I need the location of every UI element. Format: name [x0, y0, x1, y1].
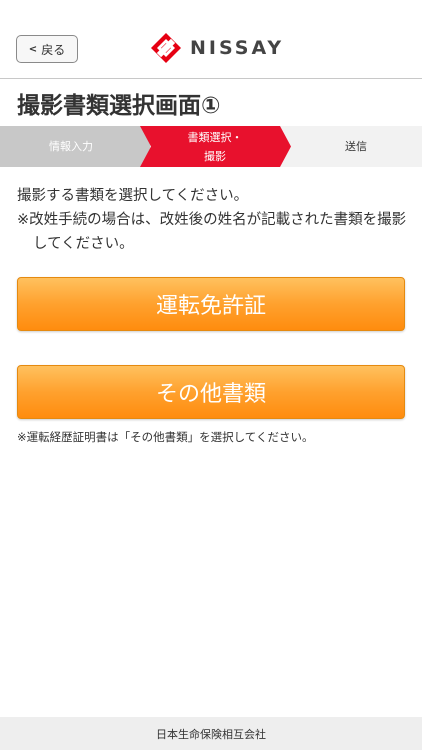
logo-text: NISSAY [190, 37, 285, 59]
page-title: 撮影書類選択画面① [17, 93, 221, 119]
back-button-label: 戻る [41, 42, 66, 57]
instruction-text: 撮影する書類を選択してください。 [17, 188, 249, 204]
company-name: 日本生命保険相互会社 [156, 727, 266, 741]
driving-record-note: ※運転経歴証明書は「その他書類」を選択してください。 [17, 430, 314, 444]
nissay-logo: NISSAY [150, 32, 284, 64]
drivers-license-button[interactable]: 運転免許証 [17, 277, 405, 331]
step-document-select-line1: 書類選択・ [187, 131, 243, 144]
instructions: 撮影する書類を選択してください。 ※改姓手続の場合は、改姓後の姓名が記載された書… [17, 184, 409, 256]
step-document-select: 書類選択・ 撮影 [150, 128, 280, 166]
step-info-input: 情報入力 [49, 140, 93, 153]
app-header: < 戻る NISSAY [0, 0, 422, 79]
name-change-note: ※改姓手続の場合は、改姓後の姓名が記載された書類を撮影してください。 [17, 212, 407, 252]
nissay-logo-mark-icon [151, 33, 181, 63]
step-document-select-line2: 撮影 [204, 150, 226, 163]
chevron-left-icon: < [28, 43, 38, 55]
step-send: 送信 [345, 140, 367, 153]
progress-steps: 情報入力 書類選択・ 撮影 送信 [0, 126, 422, 167]
back-button[interactable]: < 戻る [16, 35, 78, 63]
other-documents-button[interactable]: その他書類 [17, 365, 405, 419]
footer: 日本生命保険相互会社 [0, 717, 422, 750]
